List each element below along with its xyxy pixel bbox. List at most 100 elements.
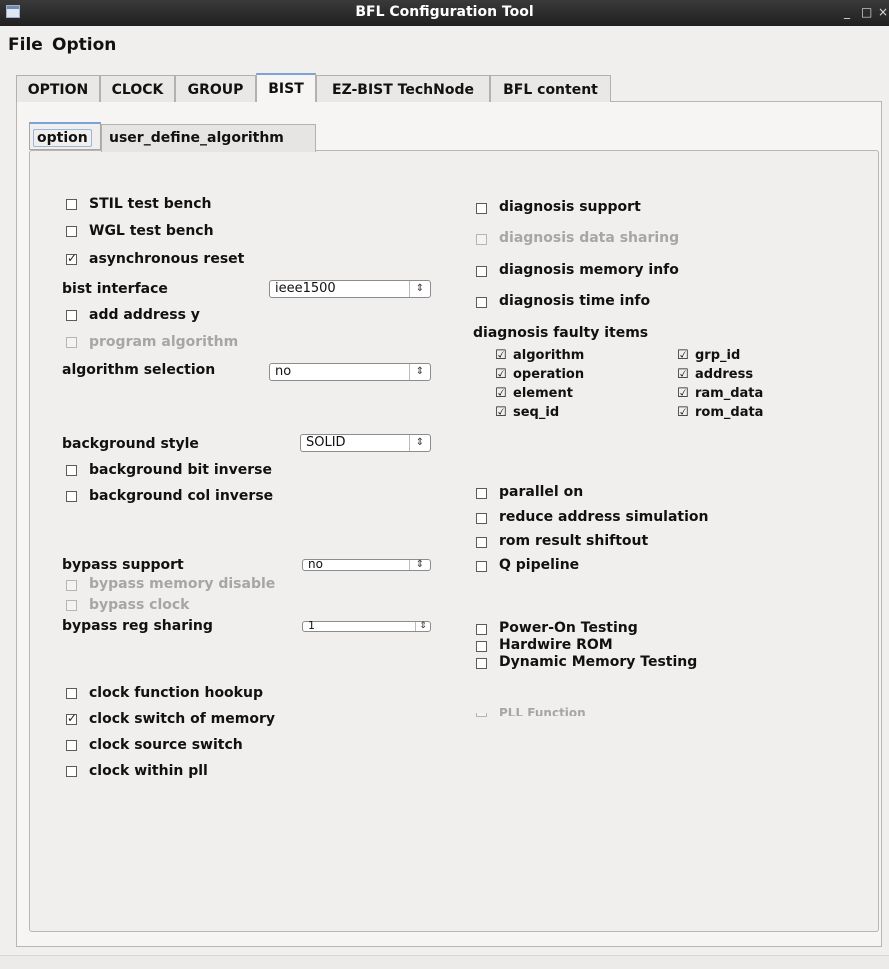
bypass-support-value: no (308, 557, 323, 571)
checkmark-icon: ☑ (495, 386, 507, 401)
algorithm-selection-select[interactable]: no ⇕ (269, 363, 431, 381)
clock-within-pll-label: clock within pll (89, 763, 208, 779)
bypass-reg-sharing-value: 1 (308, 619, 315, 632)
hardwire-rom-label: Hardwire ROM (499, 637, 613, 653)
pll-function-label: PLL Function (499, 706, 586, 716)
tab-bfl-content[interactable]: BFL content (490, 75, 611, 102)
dynamic-memory-testing-label: Dynamic Memory Testing (499, 654, 698, 670)
program-algorithm-checkbox (66, 337, 77, 348)
diagnosis-faulty-items-heading: diagnosis faulty items (473, 325, 649, 341)
checkmark-icon: ☑ (495, 348, 507, 363)
clock-within-pll-checkbox[interactable] (66, 766, 77, 777)
tab-option[interactable]: OPTION (16, 75, 100, 102)
bypass-clock-checkbox (66, 600, 77, 611)
faulty-item-address[interactable]: ☑ address (677, 367, 753, 382)
tab-bist[interactable]: BIST (256, 73, 316, 102)
clock-function-hookup-label: clock function hookup (89, 685, 263, 701)
power-on-testing-label: Power-On Testing (499, 620, 638, 636)
dynamic-memory-testing-checkbox[interactable] (476, 658, 487, 669)
power-on-testing-checkbox[interactable] (476, 624, 487, 635)
clock-source-switch-label: clock source switch (89, 737, 243, 753)
stil-test-bench-checkbox[interactable] (66, 199, 77, 210)
faulty-item-operation[interactable]: ☑ operation (495, 367, 584, 382)
add-address-y-label: add address y (89, 307, 200, 323)
subtab-option[interactable]: option (29, 122, 101, 150)
faulty-item-label: grp_id (695, 348, 741, 363)
subtab-user-define-algorithm[interactable]: user_define_algorithm (101, 124, 316, 152)
add-address-y-checkbox[interactable] (66, 310, 77, 321)
wgl-test-bench-checkbox[interactable] (66, 226, 77, 237)
bypass-reg-sharing-spinbox[interactable]: 1 ⇕ (302, 619, 431, 632)
diagnosis-memory-info-checkbox[interactable] (476, 266, 487, 277)
faulty-item-rom-data[interactable]: ☑ rom_data (677, 405, 763, 420)
select-arrows-icon: ⇕ (409, 435, 430, 451)
minimize-icon[interactable]: _ (844, 5, 850, 19)
spin-arrows-icon: ⇕ (415, 622, 430, 631)
background-col-inverse-label: background col inverse (89, 488, 274, 504)
pll-function-checkbox (476, 713, 487, 717)
faulty-item-label: rom_data (695, 405, 764, 420)
rom-result-shiftout-checkbox[interactable] (476, 537, 487, 548)
parallel-on-label: parallel on (499, 484, 584, 500)
clock-function-hookup-checkbox[interactable] (66, 688, 77, 699)
tab-group[interactable]: GROUP (175, 75, 256, 102)
diagnosis-time-info-checkbox[interactable] (476, 297, 487, 308)
q-pipeline-checkbox[interactable] (476, 561, 487, 572)
subtab-content-frame (29, 150, 879, 932)
faulty-item-element[interactable]: ☑ element (495, 386, 573, 401)
tab-clock[interactable]: CLOCK (100, 75, 175, 102)
maximize-icon[interactable]: □ (861, 5, 872, 19)
diagnosis-support-label: diagnosis support (499, 199, 641, 215)
hardwire-rom-checkbox[interactable] (476, 641, 487, 652)
checkmark-icon: ☑ (495, 367, 507, 382)
wgl-test-bench-label: WGL test bench (89, 223, 214, 239)
checkmark-icon: ☑ (677, 348, 689, 363)
algorithm-selection-value: no (275, 364, 292, 379)
program-algorithm-label: program algorithm (89, 334, 239, 350)
select-arrows-icon: ⇕ (409, 364, 430, 380)
background-style-value: SOLID (306, 435, 346, 450)
diagnosis-support-checkbox[interactable] (476, 203, 487, 214)
faulty-item-label: ram_data (695, 386, 764, 401)
reduce-address-simulation-checkbox[interactable] (476, 513, 487, 524)
background-style-label: background style (62, 436, 199, 452)
reduce-address-simulation-label: reduce address simulation (499, 509, 709, 525)
bypass-memory-disable-checkbox (66, 580, 77, 591)
stil-test-bench-label: STIL test bench (89, 196, 212, 212)
faulty-item-seq-id[interactable]: ☑ seq_id (495, 405, 559, 420)
bypass-support-label: bypass support (62, 557, 184, 573)
background-bit-inverse-checkbox[interactable] (66, 465, 77, 476)
asynchronous-reset-label: asynchronous reset (89, 251, 245, 267)
clock-switch-of-memory-label: clock switch of memory (89, 711, 275, 727)
faulty-item-ram-data[interactable]: ☑ ram_data (677, 386, 763, 401)
bist-interface-select[interactable]: ieee1500 ⇕ (269, 280, 431, 298)
close-icon[interactable]: × (878, 5, 888, 19)
faulty-item-algorithm[interactable]: ☑ algorithm (495, 348, 584, 363)
background-style-select[interactable]: SOLID ⇕ (300, 434, 431, 452)
faulty-item-label: operation (513, 367, 585, 382)
menu-file[interactable]: File (8, 35, 43, 55)
algorithm-selection-label: algorithm selection (62, 362, 216, 378)
parallel-on-checkbox[interactable] (476, 488, 487, 499)
tab-ez-bist-technode[interactable]: EZ-BIST TechNode (316, 75, 490, 102)
clock-source-switch-checkbox[interactable] (66, 740, 77, 751)
bist-interface-label: bist interface (62, 281, 168, 297)
bypass-support-select[interactable]: no ⇕ (302, 557, 431, 571)
diagnosis-time-info-label: diagnosis time info (499, 293, 651, 309)
rom-result-shiftout-label: rom result shiftout (499, 533, 649, 549)
subtab-option-label: option (33, 129, 92, 147)
window-title: BFL Configuration Tool (355, 4, 534, 20)
menu-option[interactable]: Option (52, 35, 116, 55)
select-arrows-icon: ⇕ (409, 281, 430, 297)
menu-bar: File Option (0, 30, 889, 62)
faulty-item-grp-id[interactable]: ☑ grp_id (677, 348, 740, 363)
bist-interface-value: ieee1500 (275, 281, 336, 296)
bypass-reg-sharing-label: bypass reg sharing (62, 618, 213, 634)
faulty-item-label: algorithm (513, 348, 585, 363)
background-col-inverse-checkbox[interactable] (66, 491, 77, 502)
diagnosis-memory-info-label: diagnosis memory info (499, 262, 679, 278)
clock-switch-of-memory-checkbox[interactable] (66, 711, 77, 725)
bypass-memory-disable-label: bypass memory disable (89, 576, 276, 592)
asynchronous-reset-checkbox[interactable] (66, 251, 77, 265)
checkmark-icon: ☑ (677, 367, 689, 382)
